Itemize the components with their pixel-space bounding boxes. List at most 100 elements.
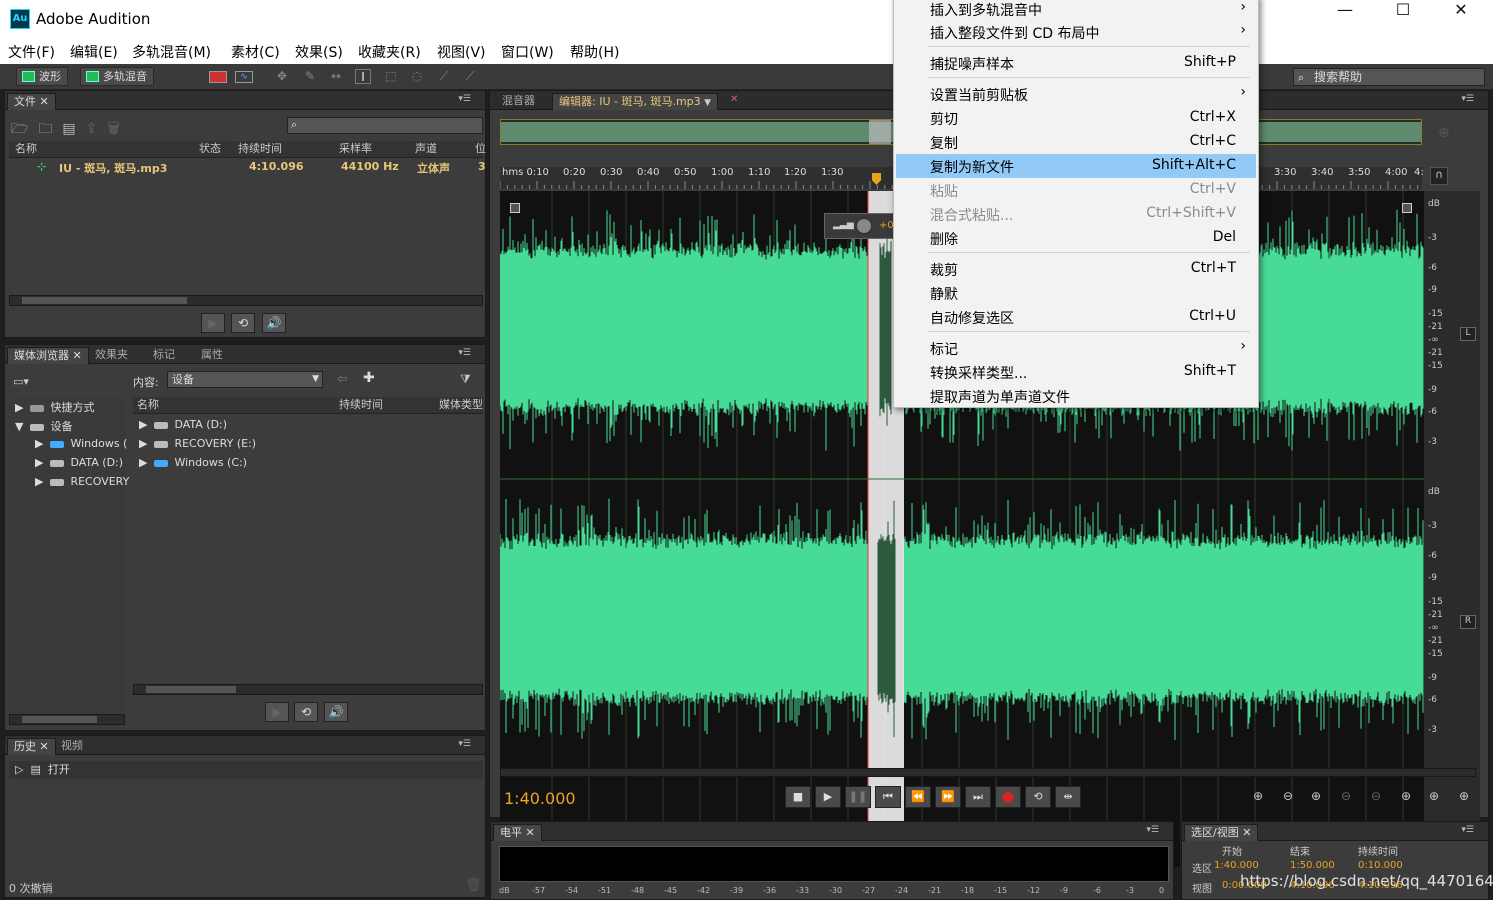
- speaker-icon[interactable]: 🔊: [324, 702, 348, 722]
- marquee-tool-icon[interactable]: ⬚: [383, 69, 399, 84]
- file-row[interactable]: ⊹ IU - 斑马, 斑马.mp3 4:10.096 44100 Hz 立体声 …: [9, 160, 486, 176]
- history-item[interactable]: ▷ ▤ 打开: [9, 761, 483, 779]
- menu-item-silence[interactable]: 静默: [896, 281, 1256, 305]
- export-icon[interactable]: ⇪: [86, 121, 108, 137]
- spectral-frequency-icon[interactable]: [209, 71, 227, 83]
- panel-menu-icon[interactable]: ▾☰: [1461, 94, 1474, 104]
- new-file-icon[interactable]: ▤: [62, 121, 85, 137]
- menu-multitrack[interactable]: 多轨混音(M): [132, 42, 211, 62]
- slip-tool-icon[interactable]: ↔: [328, 69, 344, 84]
- amplitude-hud[interactable]: ▂▃▅ +0: [824, 213, 904, 239]
- media-scrollbar[interactable]: [133, 684, 483, 695]
- selection-start[interactable]: 1:40.000: [1214, 860, 1259, 871]
- channel-left[interactable]: L: [1460, 327, 1476, 341]
- menu-item-copy-to-new[interactable]: 复制为新文件 Shift+Alt+C: [896, 154, 1256, 178]
- import-icon[interactable]: 🗀: [38, 121, 62, 137]
- multitrack-view-button[interactable]: 多轨混音: [80, 67, 154, 86]
- lasso-tool-icon[interactable]: ◌: [409, 69, 425, 84]
- minimize-icon[interactable]: —: [1322, 0, 1368, 38]
- drive-menu-icon[interactable]: ▭▾: [13, 375, 29, 388]
- add-shortcut-icon[interactable]: ✚: [363, 370, 375, 386]
- rewind-button[interactable]: ⏪: [905, 786, 931, 808]
- menu-item-delete[interactable]: 删除 Del: [896, 226, 1256, 250]
- tab-markers[interactable]: 标记: [147, 347, 181, 364]
- filter-icon[interactable]: ⧩: [460, 372, 471, 387]
- menu-item-copy[interactable]: 复制 Ctrl+C: [896, 130, 1256, 154]
- move-tool-icon[interactable]: ✥: [274, 69, 290, 84]
- close-icon[interactable]: ✕: [730, 94, 738, 105]
- menu-item-insert-cd[interactable]: 插入整段文件到 CD 布局中 ›: [896, 20, 1256, 44]
- zoom-in-start-icon[interactable]: ⊕: [1396, 789, 1416, 805]
- loop-button[interactable]: ⟲: [1025, 786, 1051, 808]
- maximize-channel-icon[interactable]: [1402, 203, 1412, 213]
- media-item-windows[interactable]: ▶ Windows (C:): [139, 456, 247, 469]
- files-search-input[interactable]: ⌕: [287, 117, 483, 134]
- panel-menu-icon[interactable]: ▾☰: [1461, 825, 1474, 835]
- stop-button[interactable]: ■: [785, 786, 811, 808]
- zoom-out-full-icon[interactable]: ⊖: [1366, 789, 1386, 805]
- selection-end[interactable]: 1:50.000: [1290, 860, 1335, 871]
- zoom-in-amplitude-icon[interactable]: ⊕: [1248, 789, 1268, 805]
- waveform-view-button[interactable]: 波形: [16, 67, 68, 86]
- tab-media-browser[interactable]: 媒体浏览器 ✕: [7, 347, 89, 364]
- files-scrollbar[interactable]: [9, 295, 483, 306]
- menu-favorites[interactable]: 收藏夹(R): [358, 42, 421, 62]
- headphones-icon[interactable]: ∩: [1430, 167, 1448, 185]
- menu-item-mix-paste[interactable]: 混合式粘贴... Ctrl+Shift+V: [896, 202, 1256, 226]
- fast-forward-button[interactable]: ⏩: [935, 786, 961, 808]
- pause-button[interactable]: ❚❚: [845, 786, 871, 808]
- play-icon[interactable]: ▶: [265, 702, 289, 722]
- play-icon[interactable]: ▶: [201, 313, 225, 333]
- menu-file[interactable]: 文件(F): [8, 42, 55, 62]
- col-media-duration[interactable]: 持续时间: [339, 397, 383, 413]
- panel-menu-icon[interactable]: ▾☰: [458, 94, 471, 104]
- menu-item-auto-heal[interactable]: 自动修复选区 Ctrl+U: [896, 305, 1256, 329]
- col-duration[interactable]: 持续时间: [238, 141, 282, 157]
- minimize-channel-icon[interactable]: [510, 203, 520, 213]
- amplitude-knob[interactable]: [855, 217, 873, 235]
- spot-healing-icon[interactable]: ⟋: [462, 69, 478, 84]
- menu-clip[interactable]: 素材(C): [231, 42, 280, 62]
- tab-files[interactable]: 文件 ✕: [7, 93, 56, 110]
- menu-item-cut[interactable]: 剪切 Ctrl+X: [896, 106, 1256, 130]
- menu-item-convert-sample[interactable]: 转换采样类型... Shift+T: [896, 360, 1256, 384]
- skip-selection-button[interactable]: ⇹: [1055, 786, 1081, 808]
- menu-effects[interactable]: 效果(S): [295, 42, 343, 62]
- skip-end-button[interactable]: ⏭: [965, 786, 991, 808]
- menu-item-capture-noise[interactable]: 捕捉噪声样本 Shift+P: [896, 51, 1256, 75]
- col-channels[interactable]: 声道: [415, 141, 437, 157]
- menu-view[interactable]: 视图(V): [437, 42, 486, 62]
- tree-devices[interactable]: ▼ 设备: [15, 418, 72, 434]
- tab-mixer[interactable]: 混音器: [496, 93, 541, 110]
- content-select[interactable]: 设备 ▼: [167, 371, 323, 388]
- panel-menu-icon[interactable]: ▾☰: [458, 348, 471, 358]
- trash-icon[interactable]: 🗑: [107, 121, 130, 137]
- razor-tool-icon[interactable]: ✎: [302, 69, 318, 84]
- zoom-selection-icon[interactable]: ⊕: [1454, 789, 1474, 805]
- speaker-icon[interactable]: 🔊: [262, 313, 286, 333]
- zoom-overview-icon[interactable]: ⊕: [1438, 125, 1450, 141]
- tree-windows[interactable]: ▶ Windows (: [35, 437, 127, 450]
- tab-history[interactable]: 历史 ✕: [7, 738, 56, 755]
- col-rate[interactable]: 采样率: [339, 141, 372, 157]
- col-name[interactable]: 名称: [15, 141, 37, 157]
- brush-tool-icon[interactable]: ⟋: [436, 69, 452, 84]
- menu-item-crop[interactable]: 裁剪 Ctrl+T: [896, 257, 1256, 281]
- tree-recovery[interactable]: ▶ RECOVERY: [35, 475, 129, 488]
- loop-icon[interactable]: ⟲: [294, 702, 318, 722]
- zoom-in-time-icon[interactable]: ⊕: [1306, 789, 1326, 805]
- col-media-name[interactable]: 名称: [137, 397, 159, 413]
- panel-menu-icon[interactable]: ▾☰: [1146, 825, 1159, 835]
- menu-item-marker[interactable]: 标记 ›: [896, 336, 1256, 360]
- tab-effects-rack[interactable]: 效果夹: [89, 347, 134, 364]
- panel-menu-icon[interactable]: ▾☰: [458, 739, 471, 749]
- selection-duration[interactable]: 0:10.000: [1358, 860, 1403, 871]
- media-item-data[interactable]: ▶ DATA (D:): [139, 418, 227, 431]
- menu-window[interactable]: 窗口(W): [501, 42, 554, 62]
- col-status[interactable]: 状态: [199, 141, 221, 157]
- maximize-icon[interactable]: ☐: [1380, 0, 1426, 38]
- media-item-recovery[interactable]: ▶ RECOVERY (E:): [139, 437, 256, 450]
- zoom-in-end-icon[interactable]: ⊕: [1424, 789, 1444, 805]
- tab-levels[interactable]: 电平 ✕: [493, 824, 542, 841]
- menu-item-paste[interactable]: 粘贴 Ctrl+V: [896, 178, 1256, 202]
